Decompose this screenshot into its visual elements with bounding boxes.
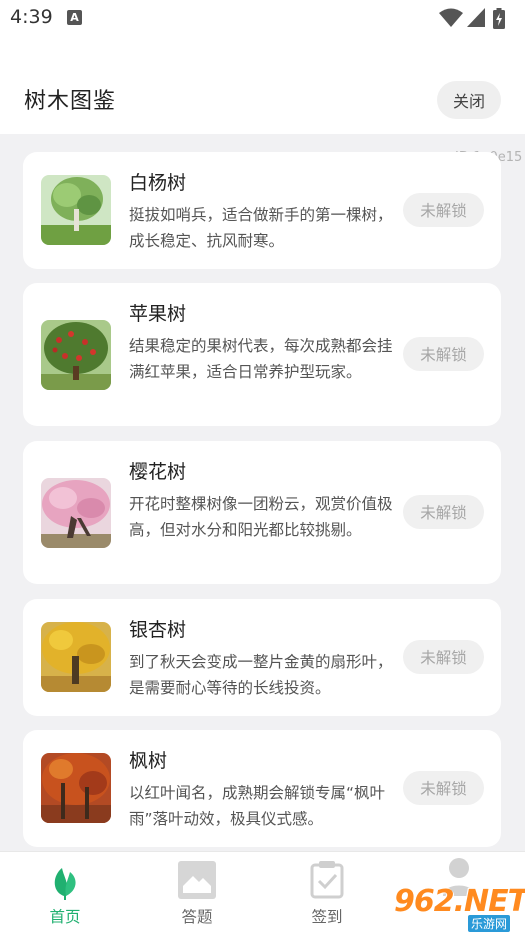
status-time: 4:39 xyxy=(10,6,53,28)
header: 树木图鉴 关闭 xyxy=(0,36,525,134)
tree-card-maple[interactable]: 枫树 以红叶闻名，成熟期会解锁专属“枫叶雨”落叶动效，极具仪式感。 未解锁 xyxy=(23,730,501,847)
tree-name: 枫树 xyxy=(129,750,168,772)
ginkgo-tree-image xyxy=(41,622,111,692)
apple-tree-image xyxy=(41,320,111,390)
tree-name: 白杨树 xyxy=(129,172,187,194)
tree-description: 到了秋天会变成一整片金黄的扇形叶，是需要耐心等待的长线投资。 xyxy=(129,653,393,697)
locked-badge: 未解锁 xyxy=(403,337,484,371)
nav-item-quiz[interactable]: 答题 xyxy=(152,852,242,935)
tree-card-cherry[interactable]: 樱花树 开花时整棵树像一团粉云，观赏价值极高，但对水分和阳光都比较挑剔。 未解锁 xyxy=(23,441,501,584)
watermark-logo: 962.NET 乐游网 xyxy=(386,884,525,932)
tree-card-poplar[interactable]: 白杨树 挺拔如哨兵，适合做新手的第一棵树，成长稳定、抗风耐寒。 未解锁 xyxy=(23,152,501,269)
poplar-tree-image xyxy=(41,175,111,245)
cherry-tree-image xyxy=(41,478,111,548)
nav-label: 签到 xyxy=(311,908,343,926)
wifi-icon xyxy=(439,8,463,27)
checkin-icon xyxy=(310,861,344,899)
nav-label: 首页 xyxy=(49,908,81,926)
locked-badge: 未解锁 xyxy=(403,771,484,805)
leaf-icon xyxy=(54,868,76,900)
tree-description: 结果稳定的果树代表，每次成熟都会挂满红苹果，适合日常养护型玩家。 xyxy=(129,337,393,381)
close-button[interactable]: 关闭 xyxy=(437,81,501,119)
watermark-text: 962.NET xyxy=(394,884,525,919)
nav-item-home[interactable]: 首页 xyxy=(20,852,110,935)
locked-badge: 未解锁 xyxy=(403,193,484,227)
nav-label: 答题 xyxy=(181,908,213,926)
battery-icon xyxy=(493,8,505,29)
notification-a-icon: A xyxy=(67,10,82,25)
tree-description: 开花时整棵树像一团粉云，观赏价值极高，但对水分和阳光都比较挑剔。 xyxy=(129,495,393,539)
locked-badge: 未解锁 xyxy=(403,640,484,674)
tree-name: 银杏树 xyxy=(129,619,187,641)
tree-name: 樱花树 xyxy=(129,461,187,483)
quiz-icon xyxy=(178,861,216,899)
watermark-sub: 乐游网 xyxy=(468,915,511,932)
page-title: 树木图鉴 xyxy=(24,89,117,114)
tree-card-ginkgo[interactable]: 银杏树 到了秋天会变成一整片金黄的扇形叶，是需要耐心等待的长线投资。 未解锁 xyxy=(23,599,501,716)
maple-tree-image xyxy=(41,753,111,823)
status-bar: 4:39 A xyxy=(0,0,525,36)
tree-card-apple[interactable]: 苹果树 结果稳定的果树代表，每次成熟都会挂满红苹果，适合日常养护型玩家。 未解锁 xyxy=(23,283,501,426)
tree-name: 苹果树 xyxy=(129,303,187,325)
signal-icon xyxy=(467,8,485,27)
nav-item-checkin[interactable]: 签到 xyxy=(282,852,372,935)
tree-description: 挺拔如哨兵，适合做新手的第一棵树，成长稳定、抗风耐寒。 xyxy=(129,206,393,250)
locked-badge: 未解锁 xyxy=(403,495,484,529)
tree-description: 以红叶闻名，成熟期会解锁专属“枫叶雨”落叶动效，极具仪式感。 xyxy=(129,784,386,828)
